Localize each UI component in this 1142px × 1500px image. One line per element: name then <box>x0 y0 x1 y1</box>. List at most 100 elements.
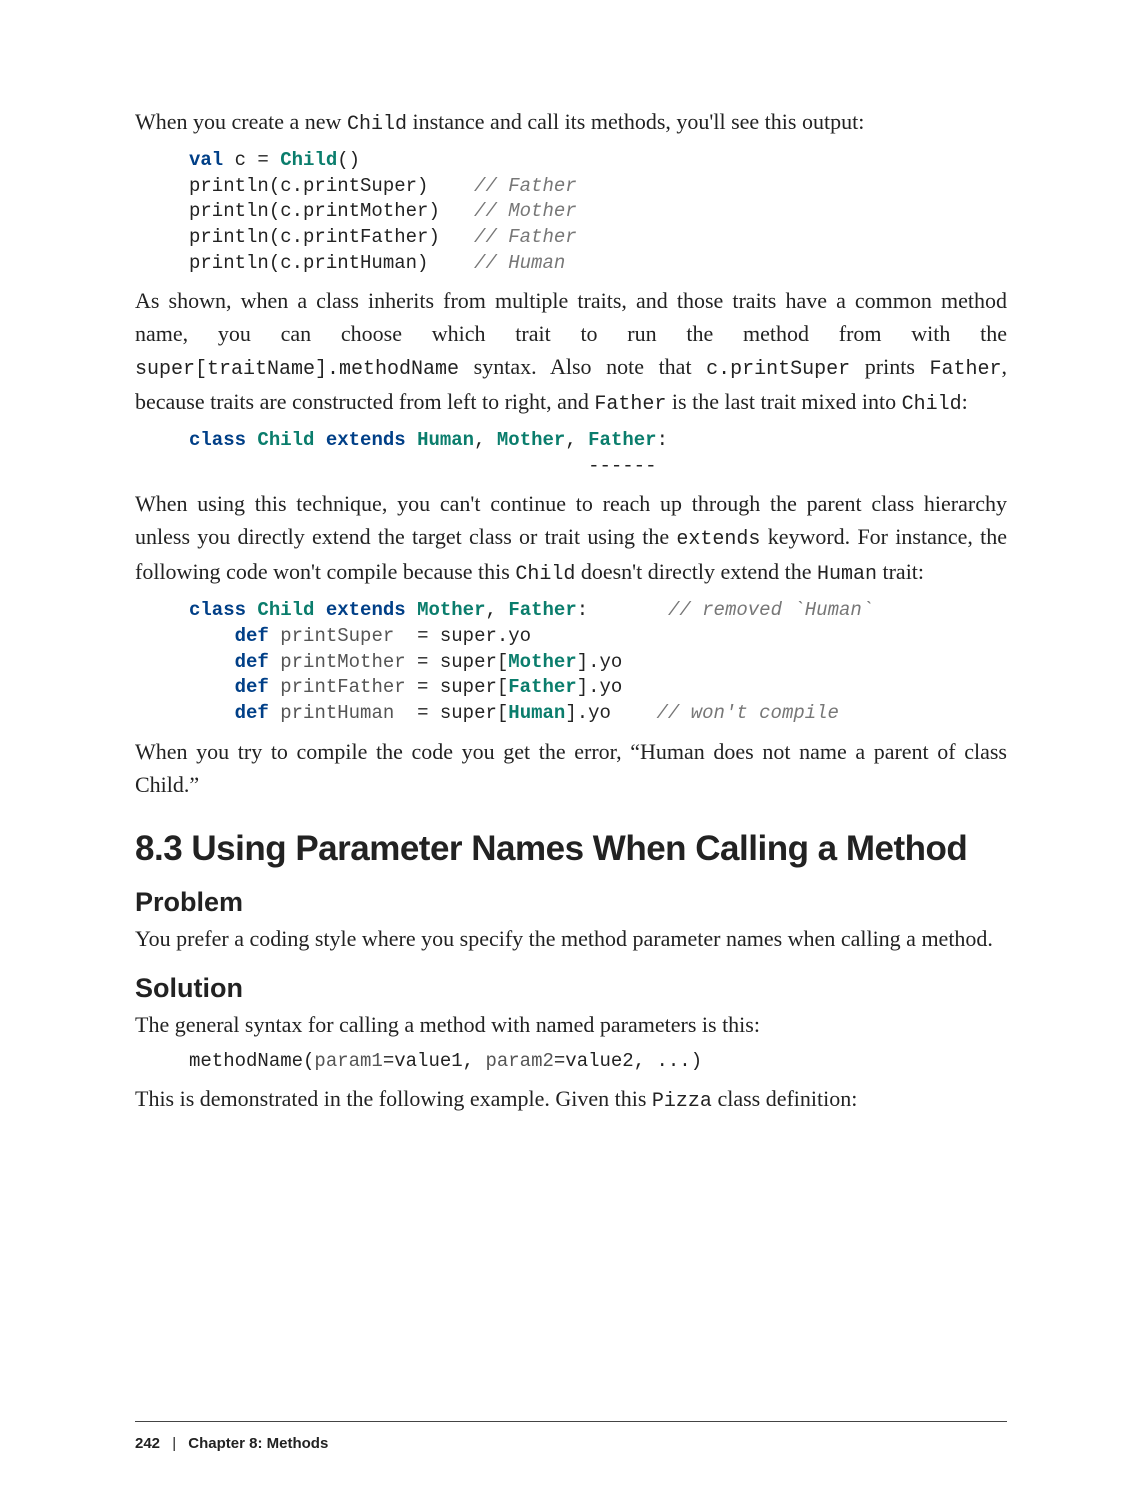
code-text: , <box>565 429 588 451</box>
keyword: val <box>189 149 223 171</box>
code-text: ].yo <box>577 651 623 673</box>
code-text: () <box>337 149 360 171</box>
text: is the last trait mixed into <box>666 389 901 414</box>
code-text: println(c.printMother) <box>189 200 474 222</box>
type: Human <box>417 429 474 451</box>
text: class definition: <box>712 1086 857 1111</box>
code-text: c = <box>223 149 280 171</box>
identifier: printHuman <box>280 702 394 724</box>
code-text: = super[ <box>406 676 509 698</box>
code-inline: c.printSuper <box>706 358 850 381</box>
keyword: def <box>235 625 269 647</box>
text: You prefer a coding style where you spec… <box>135 926 993 951</box>
type: Child <box>257 599 314 621</box>
text: When you try to compile the code you get… <box>135 739 1007 797</box>
comment: // removed `Human` <box>668 599 873 621</box>
code-text: ].yo <box>565 702 656 724</box>
paragraph-solution-intro: The general syntax for calling a method … <box>135 1008 1007 1041</box>
text: doesn't directly extend the <box>575 559 817 584</box>
code-text <box>189 625 235 647</box>
code-text: = super.yo <box>394 625 531 647</box>
paragraph-problem: You prefer a coding style where you spec… <box>135 922 1007 955</box>
subheading-problem: Problem <box>135 887 1007 918</box>
identifier: printFather <box>280 676 405 698</box>
text: syntax. Also note that <box>459 354 706 379</box>
type: Father <box>588 429 656 451</box>
code-text <box>269 702 280 724</box>
keyword: class <box>189 599 246 621</box>
code-text <box>269 676 280 698</box>
code-text: methodName( <box>189 1050 314 1072</box>
type: Child <box>257 429 314 451</box>
identifier: printSuper <box>280 625 394 647</box>
keyword: def <box>235 676 269 698</box>
code-inline: Human <box>817 563 877 586</box>
code-text: =value1, <box>383 1050 486 1072</box>
type: Mother <box>508 651 576 673</box>
code-inline: extends <box>676 528 760 551</box>
code-text: , <box>474 429 497 451</box>
code-text: = super[ <box>394 702 508 724</box>
code-text <box>314 599 325 621</box>
paragraph-compile-error: When you try to compile the code you get… <box>135 735 1007 801</box>
code-block-named-params: methodName(param1=value1, param2=value2,… <box>189 1049 1007 1075</box>
subheading-solution: Solution <box>135 973 1007 1004</box>
code-text: ].yo <box>577 676 623 698</box>
code-text: println(c.printSuper) <box>189 175 474 197</box>
keyword: extends <box>326 599 406 621</box>
comment: // Mother <box>474 200 577 222</box>
keyword: extends <box>326 429 406 451</box>
page-number: 242 <box>135 1435 160 1452</box>
type: Mother <box>497 429 565 451</box>
keyword: class <box>189 429 246 451</box>
code-inline: super[traitName].methodName <box>135 358 459 381</box>
comment: // Father <box>474 226 577 248</box>
text: This is demonstrated in the following ex… <box>135 1086 652 1111</box>
text: instance and call its methods, you'll se… <box>407 109 864 134</box>
code-text: , <box>486 599 509 621</box>
code-block-output: val c = Child() println(c.printSuper) //… <box>189 148 1007 276</box>
code-text: println(c.printFather) <box>189 226 474 248</box>
keyword: def <box>235 702 269 724</box>
code-text: : <box>577 599 668 621</box>
code-text <box>269 625 280 647</box>
comment: // Human <box>474 252 565 274</box>
page-footer: 242 | Chapter 8: Methods <box>135 1435 328 1452</box>
comment: // won't compile <box>657 702 839 724</box>
code-inline: Father <box>594 393 666 416</box>
text: When you create a new <box>135 109 347 134</box>
code-text <box>189 651 235 673</box>
code-text: = super[ <box>406 651 509 673</box>
text: trait: <box>877 559 924 584</box>
code-text <box>314 429 325 451</box>
code-text: : <box>657 429 668 451</box>
section-heading-8-3: 8.3 Using Parameter Names When Calling a… <box>135 829 1007 869</box>
code-text <box>406 599 417 621</box>
page-container: When you create a new Child instance and… <box>0 0 1142 1500</box>
footer-separator: | <box>172 1435 176 1452</box>
type: Human <box>508 702 565 724</box>
code-text: =value2, ...) <box>554 1050 702 1072</box>
code-block-child-extends: class Child extends Human, Mother, Fathe… <box>189 428 1007 479</box>
comment: // Father <box>474 175 577 197</box>
type: Father <box>508 599 576 621</box>
identifier: param1 <box>314 1050 382 1072</box>
paragraph-pizza-intro: This is demonstrated in the following ex… <box>135 1082 1007 1117</box>
type: Child <box>280 149 337 171</box>
type: Mother <box>417 599 485 621</box>
code-inline: Father <box>929 358 1001 381</box>
code-text <box>246 429 257 451</box>
code-text <box>406 429 417 451</box>
text: As shown, when a class inherits from mul… <box>135 288 1007 346</box>
identifier: printMother <box>280 651 405 673</box>
footer-divider <box>135 1421 1007 1422</box>
code-text <box>246 599 257 621</box>
chapter-title: Chapter 8: Methods <box>188 1435 328 1452</box>
code-inline: Pizza <box>652 1090 712 1113</box>
code-text <box>189 676 235 698</box>
code-text: println(c.printHuman) <box>189 252 474 274</box>
identifier: param2 <box>485 1050 553 1072</box>
paragraph-explain-super: As shown, when a class inherits from mul… <box>135 284 1007 420</box>
code-inline: Child <box>347 113 407 136</box>
keyword: def <box>235 651 269 673</box>
